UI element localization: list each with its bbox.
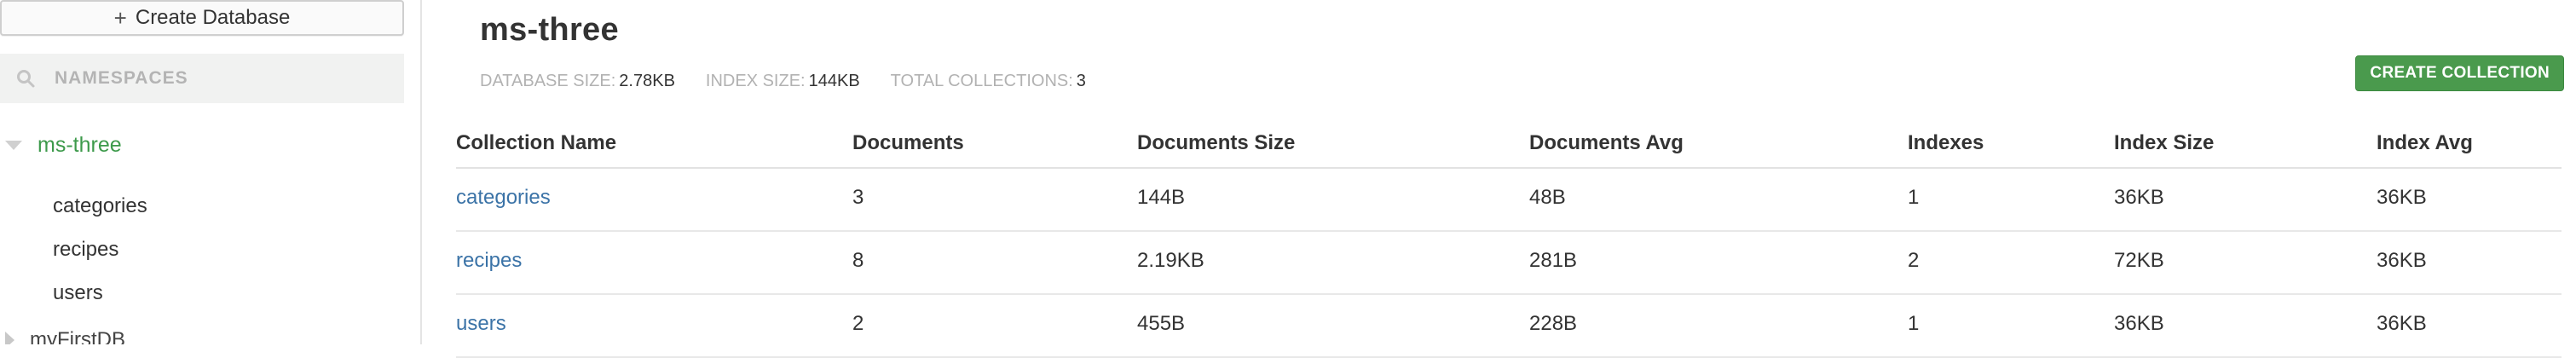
- stat-label: DATABASE SIZE:: [480, 72, 616, 90]
- caret-down-icon[interactable]: [5, 141, 22, 150]
- sidebar-collection-categories[interactable]: categories: [53, 194, 147, 218]
- search-icon: [17, 70, 35, 88]
- column-header-documents[interactable]: Documents: [852, 131, 964, 155]
- sidebar-db-label[interactable]: myFirstDB: [30, 328, 125, 344]
- table-cell: 228B: [1529, 312, 1578, 335]
- column-header-index-size[interactable]: Index Size: [2114, 131, 2214, 155]
- caret-right-icon[interactable]: [5, 332, 14, 344]
- table-cell: 36KB: [2114, 186, 2164, 209]
- table-row[interactable]: users 2 455B 228B 1 36KB 36KB: [456, 295, 2562, 358]
- table-cell: 36KB: [2114, 312, 2164, 335]
- database-stats: DATABASE SIZE: 2.78KB INDEX SIZE: 144KB TO…: [480, 72, 1117, 91]
- stat-value: 2.78KB: [619, 72, 675, 90]
- column-header-collection-name[interactable]: Collection Name: [456, 131, 616, 155]
- create-database-label: Create Database: [135, 6, 291, 29]
- table-cell: 144B: [1137, 186, 1186, 209]
- column-header-index-avg[interactable]: Index Avg: [2377, 131, 2473, 155]
- sidebar-db-ms-three[interactable]: ms-three: [0, 133, 122, 158]
- namespaces-placeholder: NAMESPACES: [55, 68, 188, 88]
- column-header-indexes[interactable]: Indexes: [1908, 131, 1984, 155]
- table-cell: 72KB: [2114, 249, 2164, 272]
- stat-index-size: INDEX SIZE: 144KB: [706, 72, 860, 91]
- table-cell: 1: [1908, 312, 1920, 335]
- table-cell: 36KB: [2377, 249, 2427, 272]
- stat-database-size: DATABASE SIZE: 2.78KB: [480, 72, 675, 91]
- table-cell: 48B: [1529, 186, 1566, 209]
- table-cell: 8: [852, 249, 864, 272]
- table-cell: 2.19KB: [1137, 249, 1204, 272]
- sidebar: + Create Database NAMESPACES ms-three ca…: [0, 0, 422, 344]
- table-cell: 36KB: [2377, 186, 2427, 209]
- table-cell: 2: [1908, 249, 1920, 272]
- column-header-documents-avg[interactable]: Documents Avg: [1529, 131, 1684, 155]
- table-cell: 2: [852, 312, 864, 335]
- column-header-documents-size[interactable]: Documents Size: [1137, 131, 1295, 155]
- table-header: Collection Name Documents Documents Size…: [456, 123, 2562, 169]
- sidebar-db-label[interactable]: ms-three: [38, 133, 122, 158]
- collection-link[interactable]: categories: [456, 186, 551, 210]
- table-cell: 36KB: [2377, 312, 2427, 335]
- namespaces-filter[interactable]: NAMESPACES: [0, 54, 404, 103]
- create-database-button[interactable]: + Create Database: [0, 0, 404, 36]
- page-title: ms-three: [480, 12, 619, 48]
- stat-value: 3: [1076, 72, 1086, 90]
- table-row[interactable]: categories 3 144B 48B 1 36KB 36KB: [456, 169, 2562, 232]
- stat-total-collections: TOTAL COLLECTIONS: 3: [891, 72, 1086, 91]
- table-cell: 3: [852, 186, 864, 209]
- table-cell: 281B: [1529, 249, 1578, 272]
- main-content: ms-three DATABASE SIZE: 2.78KB INDEX SIZE…: [422, 0, 2576, 358]
- create-collection-button[interactable]: CREATE COLLECTION: [2355, 55, 2564, 91]
- collection-link[interactable]: users: [456, 312, 506, 336]
- sidebar-collection-users[interactable]: users: [53, 281, 103, 305]
- table-cell: 1: [1908, 186, 1920, 209]
- sidebar-db-myfirstdb[interactable]: myFirstDB: [0, 328, 125, 344]
- stat-label: INDEX SIZE:: [705, 72, 806, 90]
- plus-icon: +: [113, 4, 127, 31]
- sidebar-collection-recipes[interactable]: recipes: [53, 238, 118, 262]
- stat-value: 144KB: [808, 72, 860, 90]
- table-row[interactable]: recipes 8 2.19KB 281B 2 72KB 36KB: [456, 232, 2562, 295]
- stat-label: TOTAL COLLECTIONS:: [890, 72, 1073, 90]
- collection-link[interactable]: recipes: [456, 249, 522, 273]
- table-cell: 455B: [1137, 312, 1186, 335]
- collections-table: Collection Name Documents Documents Size…: [456, 123, 2562, 358]
